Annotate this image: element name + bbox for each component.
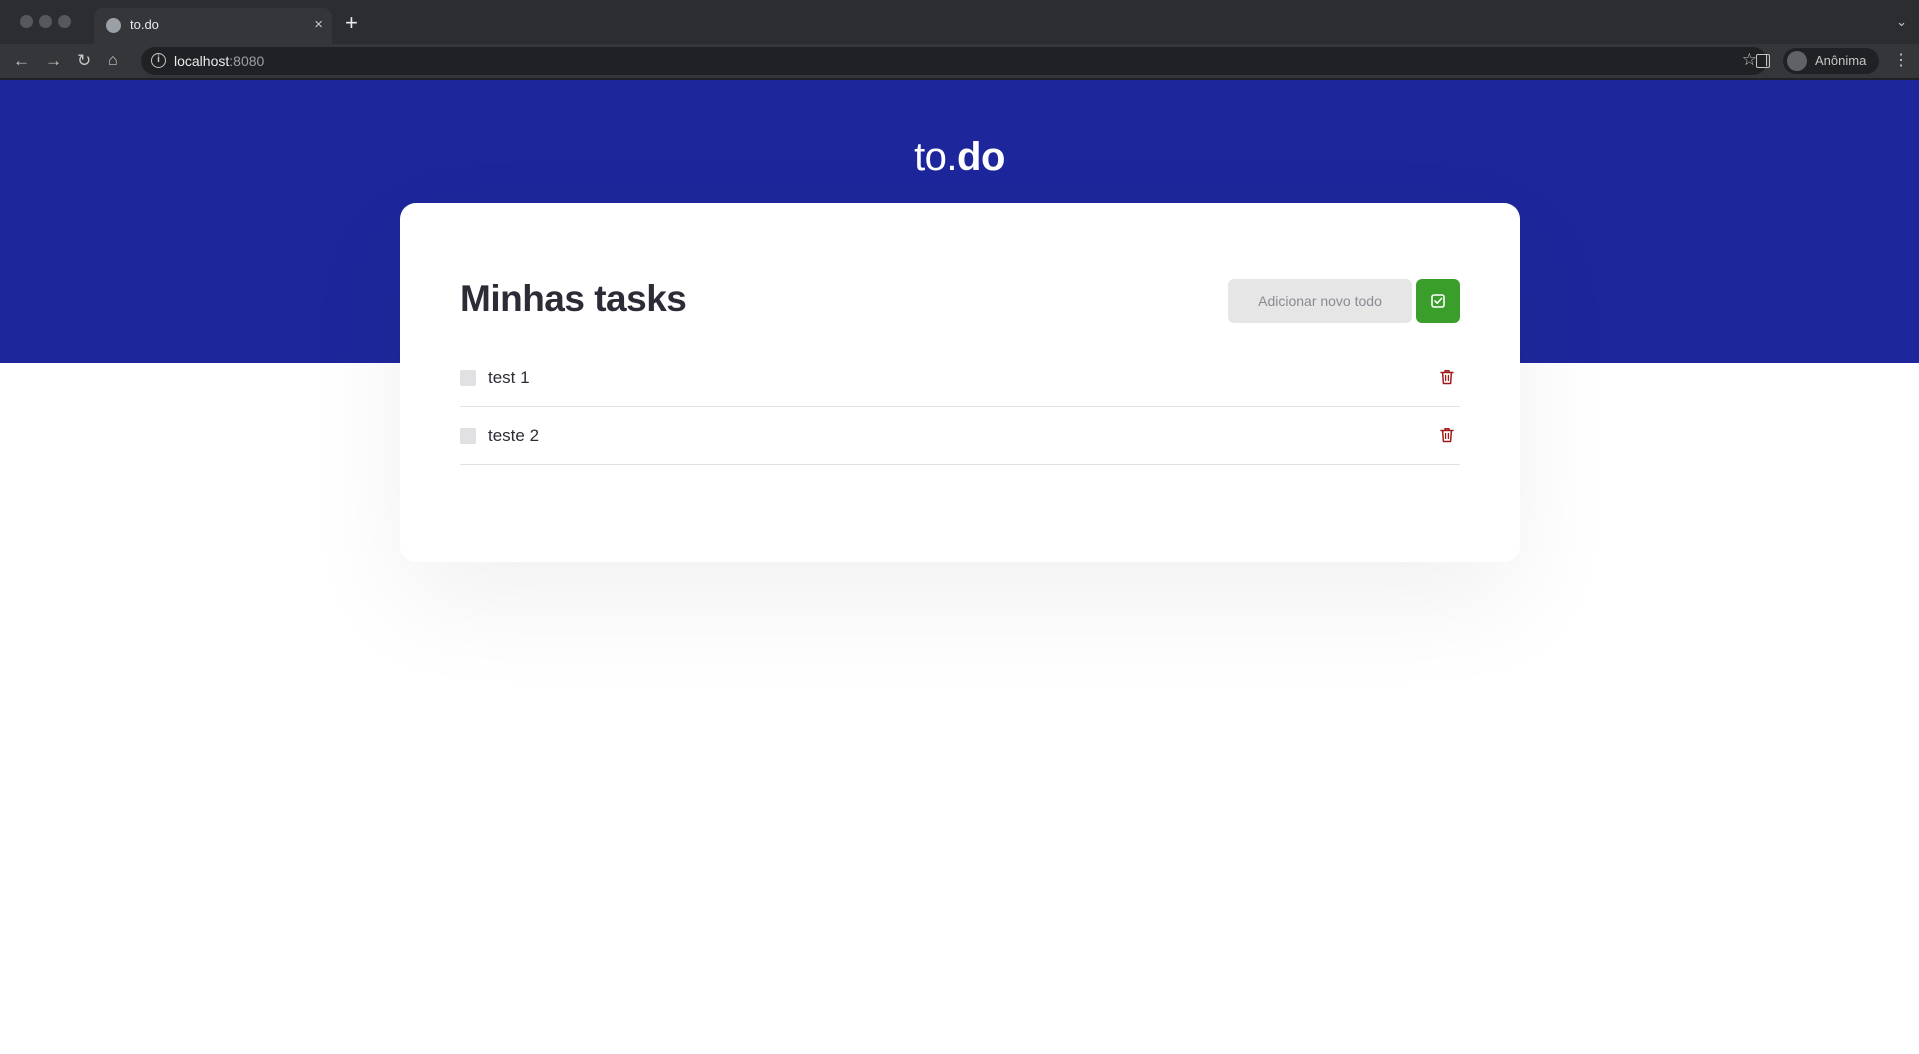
chevron-down-icon[interactable]: ⌄ <box>1896 14 1907 30</box>
browser-toolbar: ← → ↻ ⌂ i localhost:8080 ☆ Anônima ⋮ <box>0 44 1919 78</box>
task-checkbox[interactable] <box>460 370 476 386</box>
check-square-icon <box>1431 294 1445 308</box>
task-list: test 1 teste 2 <box>460 349 1460 465</box>
profile-button[interactable]: Anônima <box>1783 48 1879 74</box>
task-title: test 1 <box>488 368 530 387</box>
browser-tab-bar: to.do × + ⌄ <box>0 0 1919 44</box>
list-item: test 1 <box>460 349 1460 407</box>
new-tab-button[interactable]: + <box>345 12 358 34</box>
logo-light: to. <box>914 135 958 179</box>
profile-label: Anônima <box>1815 53 1867 68</box>
trash-icon[interactable] <box>1440 427 1454 443</box>
globe-icon <box>106 18 121 33</box>
address-bar[interactable]: i localhost:8080 ☆ <box>141 47 1767 75</box>
window-close-dot[interactable] <box>20 15 33 28</box>
window-minimize-dot[interactable] <box>39 15 52 28</box>
forward-icon[interactable]: → <box>45 51 62 71</box>
logo: to.do <box>0 135 1919 180</box>
url-host: localhost <box>174 53 230 69</box>
list-item: teste 2 <box>460 407 1460 465</box>
add-todo-button[interactable] <box>1416 279 1460 323</box>
window-maximize-dot[interactable] <box>58 15 71 28</box>
page-title: Minhas tasks <box>460 278 687 319</box>
back-icon[interactable]: ← <box>13 51 30 71</box>
tasks-card: Minhas tasks test 1 teste 2 <box>400 203 1520 562</box>
incognito-icon <box>1787 51 1807 71</box>
reload-icon[interactable]: ↻ <box>77 51 91 71</box>
new-todo-input[interactable] <box>1228 279 1412 323</box>
task-title: teste 2 <box>488 426 540 445</box>
info-icon[interactable]: i <box>151 53 166 68</box>
url-port: :8080 <box>229 53 265 69</box>
side-panel-icon[interactable] <box>1756 54 1770 68</box>
menu-icon[interactable]: ⋮ <box>1893 50 1909 70</box>
trash-icon[interactable] <box>1440 369 1454 385</box>
url-text[interactable]: localhost:8080 <box>174 53 264 69</box>
logo-bold: do <box>957 135 1005 179</box>
close-icon[interactable]: × <box>314 15 323 35</box>
browser-tab[interactable]: to.do × <box>94 8 332 44</box>
star-icon[interactable]: ☆ <box>1742 50 1757 70</box>
tab-title: to.do <box>130 17 159 32</box>
home-icon[interactable]: ⌂ <box>108 51 118 71</box>
task-checkbox[interactable] <box>460 428 476 444</box>
